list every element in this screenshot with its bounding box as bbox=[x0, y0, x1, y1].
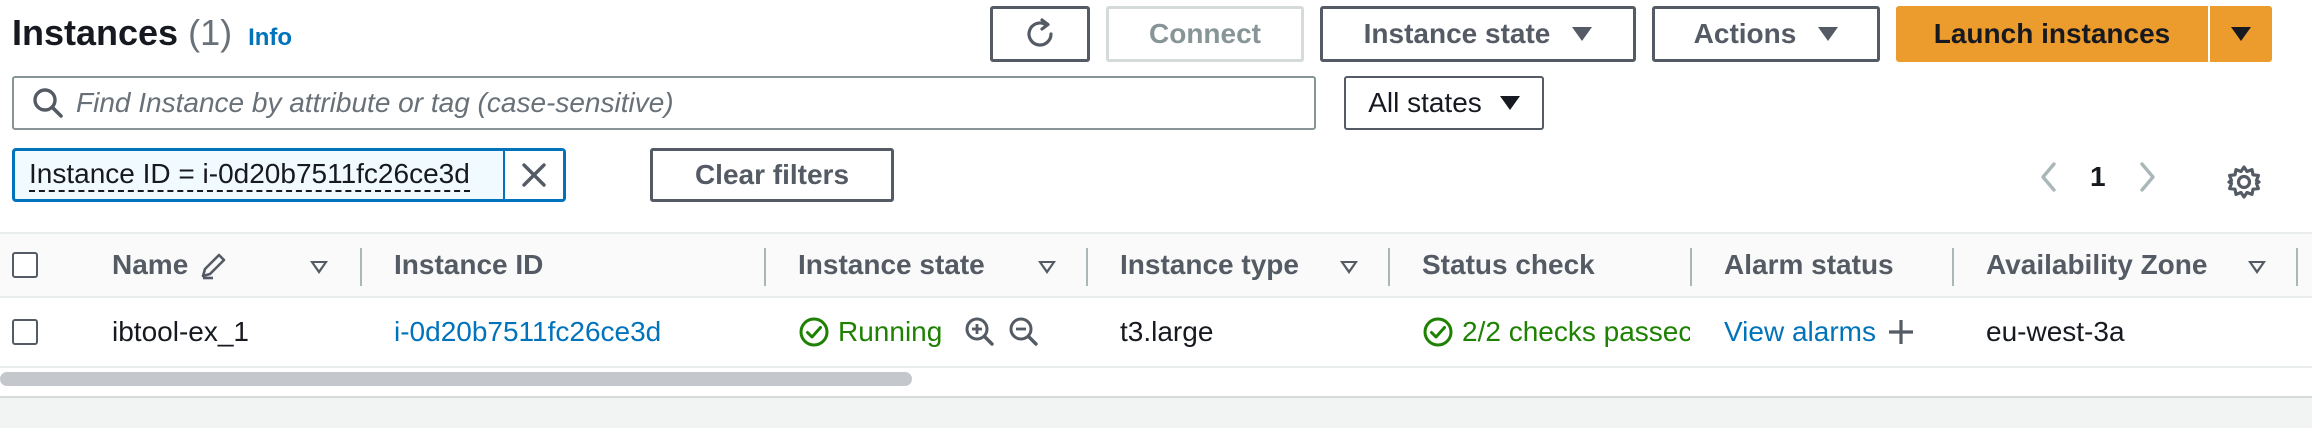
state-filter-select[interactable]: All states bbox=[1344, 76, 1544, 130]
caret-down-icon bbox=[2231, 27, 2251, 41]
filter-token-text[interactable]: Instance ID = i-0d20b7511fc26ce3d bbox=[15, 151, 505, 199]
state-filter-value: All states bbox=[1368, 87, 1482, 118]
sort-caret-icon[interactable] bbox=[2248, 261, 2266, 274]
footer-panel bbox=[0, 396, 2312, 428]
column-divider[interactable] bbox=[1690, 248, 1692, 286]
cell-alarm-status: View alarms bbox=[1724, 298, 1916, 366]
column-divider[interactable] bbox=[2296, 248, 2298, 286]
refresh-button[interactable] bbox=[990, 6, 1090, 62]
cell-status-check: 2/2 checks passec bbox=[1422, 298, 1690, 366]
launch-instances-label: Launch instances bbox=[1933, 18, 2171, 49]
select-all-checkbox[interactable] bbox=[12, 252, 38, 278]
page-title-text: Instances bbox=[12, 12, 179, 53]
column-header-alarm-status[interactable]: Alarm status bbox=[1724, 234, 1894, 296]
column-divider[interactable] bbox=[1952, 248, 1954, 286]
column-divider[interactable] bbox=[1086, 248, 1088, 286]
cell-instance-state: Running bbox=[798, 298, 1040, 366]
check-circle-icon bbox=[1423, 317, 1453, 347]
chevron-right-icon[interactable] bbox=[2134, 160, 2160, 194]
filter-token-label: Instance ID = i-0d20b7511fc26ce3d bbox=[29, 158, 470, 192]
horizontal-scrollbar[interactable] bbox=[0, 372, 912, 386]
table-header: Name Instance ID Instance state Instance… bbox=[0, 232, 2312, 298]
column-header-availability-zone[interactable]: Availability Zone bbox=[1986, 234, 2207, 296]
actions-label: Actions bbox=[1693, 18, 1797, 49]
gear-icon[interactable] bbox=[2226, 164, 2262, 200]
instance-count: (1) bbox=[188, 12, 233, 53]
plus-icon[interactable] bbox=[1886, 317, 1916, 347]
search-box bbox=[12, 76, 1316, 130]
zoom-out-icon[interactable] bbox=[1008, 316, 1040, 348]
status-check-text: 2/2 checks passec bbox=[1462, 316, 1690, 347]
clear-filters-button[interactable]: Clear filters bbox=[650, 148, 894, 202]
connect-button[interactable]: Connect bbox=[1106, 6, 1304, 62]
remove-filter-button[interactable] bbox=[505, 151, 563, 199]
caret-down-icon bbox=[1572, 27, 1593, 41]
sort-caret-icon[interactable] bbox=[1038, 261, 1056, 274]
column-header-name[interactable]: Name bbox=[112, 234, 230, 296]
cell-name: ibtool-ex_1 bbox=[112, 316, 249, 347]
cell-instance-type: t3.large bbox=[1120, 316, 1214, 347]
column-header-instance-type[interactable]: Instance type bbox=[1120, 234, 1299, 296]
page-title: Instances (1) Info bbox=[12, 12, 292, 54]
check-circle-icon bbox=[799, 317, 829, 347]
launch-options-button[interactable] bbox=[2210, 6, 2272, 62]
info-link[interactable]: Info bbox=[248, 24, 292, 52]
search-icon bbox=[33, 88, 63, 118]
close-icon bbox=[522, 163, 546, 187]
connect-label: Connect bbox=[1149, 18, 1261, 49]
view-alarms-link[interactable]: View alarms bbox=[1724, 316, 1876, 348]
pagination: 1 bbox=[2036, 160, 2160, 194]
search-input[interactable] bbox=[76, 87, 1296, 119]
refresh-icon bbox=[1027, 18, 1053, 47]
edit-pencil-icon bbox=[201, 253, 226, 280]
column-divider[interactable] bbox=[764, 248, 766, 286]
instance-state-label: Instance state bbox=[1363, 18, 1551, 49]
column-header-instance-id[interactable]: Instance ID bbox=[394, 234, 543, 296]
cell-availability-zone: eu-west-3a bbox=[1986, 316, 2125, 347]
table-row[interactable]: ibtool-ex_1 i-0d20b7511fc26ce3d Running … bbox=[0, 298, 2312, 368]
sort-caret-icon[interactable] bbox=[310, 261, 328, 274]
instance-state-button[interactable]: Instance state bbox=[1320, 6, 1636, 62]
row-checkbox[interactable] bbox=[12, 319, 38, 345]
filter-token: Instance ID = i-0d20b7511fc26ce3d bbox=[12, 148, 566, 202]
caret-down-icon bbox=[1818, 27, 1839, 41]
instance-id-link[interactable]: i-0d20b7511fc26ce3d bbox=[394, 298, 661, 366]
launch-instances-button[interactable]: Launch instances bbox=[1896, 6, 2208, 62]
sort-caret-icon[interactable] bbox=[1340, 261, 1358, 274]
column-divider[interactable] bbox=[360, 248, 362, 286]
actions-button[interactable]: Actions bbox=[1652, 6, 1880, 62]
column-divider[interactable] bbox=[1388, 248, 1390, 286]
clear-filters-label: Clear filters bbox=[694, 159, 850, 190]
current-page[interactable]: 1 bbox=[2090, 161, 2106, 193]
column-header-status-check[interactable]: Status check bbox=[1422, 234, 1595, 296]
instance-state-text: Running bbox=[838, 316, 943, 347]
column-header-instance-state[interactable]: Instance state bbox=[798, 234, 985, 296]
chevron-left-icon[interactable] bbox=[2036, 160, 2062, 194]
zoom-in-icon[interactable] bbox=[964, 316, 996, 348]
caret-down-icon bbox=[1499, 96, 1520, 110]
